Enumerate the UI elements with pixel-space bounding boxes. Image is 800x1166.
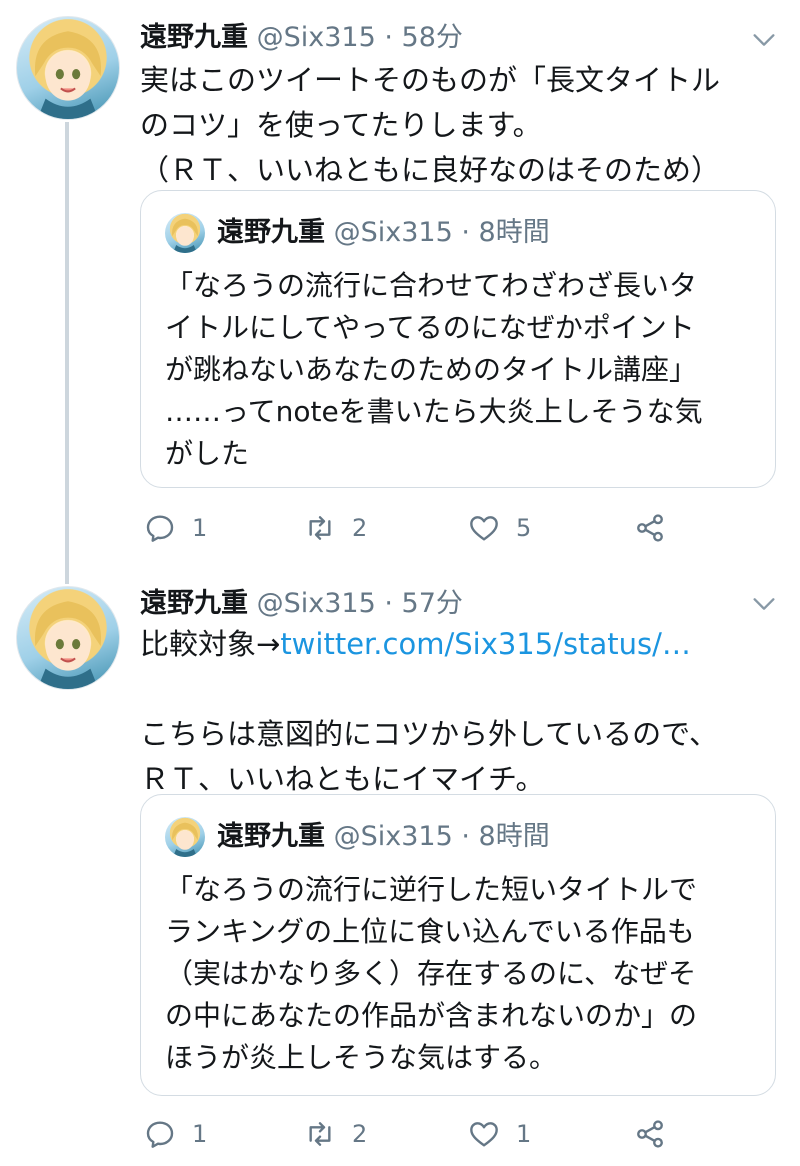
tweet-text: 実はこのツイートそのものが「長文タイトル のコツ」を使ってたりします。 （ＲＴ、… bbox=[140, 63, 721, 187]
quoted-author-name: 遠野九重 bbox=[217, 217, 325, 248]
author-name[interactable]: 遠野九重 bbox=[140, 22, 248, 53]
tweet-text-prefix: 比較対象→ bbox=[140, 627, 281, 661]
status-link[interactable]: twitter.com/Six315/status/… bbox=[280, 627, 691, 661]
quoted-header: 遠野九重 @Six315 · 8時間 bbox=[217, 213, 550, 253]
quoted-tweet[interactable]: 遠野九重 @Six315 · 8時間 「なろうの流行に逆行した短いタイトルで ラ… bbox=[140, 794, 776, 1096]
quoted-text: 「なろうの流行に合わせてわざわざ長いタ イトルにしてやってるのになぜかポイント … bbox=[165, 269, 703, 470]
quoted-tweet[interactable]: 遠野九重 @Six315 · 8時間 「なろうの流行に合わせてわざわざ長いタ イ… bbox=[140, 190, 776, 488]
retweet-button[interactable]: 2 bbox=[304, 1114, 367, 1154]
tweet-2[interactable]: 遠野九重 @Six315 · 57分 比較対象→twitter.com/Six3… bbox=[0, 586, 800, 1166]
share-button[interactable] bbox=[634, 508, 682, 548]
timestamp[interactable]: 58分 bbox=[402, 22, 463, 53]
like-icon bbox=[470, 1122, 498, 1147]
tweet-actions: 1 2 1 bbox=[140, 1114, 780, 1154]
tweet-header: 遠野九重 @Six315 · 58分 bbox=[140, 20, 463, 56]
author-handle[interactable]: @Six315 bbox=[257, 588, 376, 619]
quoted-timestamp: 8時間 bbox=[478, 217, 550, 248]
quoted-author-handle: @Six315 bbox=[333, 217, 453, 248]
timestamp[interactable]: 57分 bbox=[402, 588, 463, 619]
like-count: 1 bbox=[516, 1120, 532, 1148]
retweet-count: 2 bbox=[352, 514, 368, 542]
author-handle[interactable]: @Six315 bbox=[257, 22, 376, 53]
tweet-header: 遠野九重 @Six315 · 57分 bbox=[140, 586, 463, 622]
like-button[interactable]: 5 bbox=[468, 508, 531, 548]
share-button[interactable] bbox=[634, 1114, 682, 1154]
avatar bbox=[165, 213, 205, 253]
chevron-down-icon[interactable] bbox=[750, 590, 778, 618]
retweet-button[interactable]: 2 bbox=[304, 508, 367, 548]
tweet-actions: 1 2 5 bbox=[140, 508, 780, 548]
reply-icon bbox=[146, 1121, 174, 1148]
reply-icon bbox=[146, 515, 174, 542]
avatar bbox=[165, 817, 205, 857]
separator: · bbox=[384, 22, 393, 53]
share-icon bbox=[637, 514, 663, 542]
retweet-count: 2 bbox=[352, 1120, 368, 1148]
separator: · bbox=[461, 821, 470, 852]
quoted-timestamp: 8時間 bbox=[478, 821, 550, 852]
separator: · bbox=[461, 217, 470, 248]
author-name[interactable]: 遠野九重 bbox=[140, 588, 248, 619]
tweet-text-body: こちらは意図的にコツから外しているので、 ＲＴ、いいねともにイマイチ。 bbox=[140, 717, 718, 796]
reply-count: 1 bbox=[192, 1120, 208, 1148]
tweet-1[interactable]: 遠野九重 @Six315 · 58分 実はこのツイートそのものが「長文タイトル … bbox=[0, 0, 800, 584]
like-button[interactable]: 1 bbox=[468, 1114, 531, 1154]
quoted-header: 遠野九重 @Six315 · 8時間 bbox=[217, 817, 550, 857]
quoted-text: 「なろうの流行に逆行した短いタイトルで ランキングの上位に食い込んでいる作品も … bbox=[165, 873, 698, 1074]
like-icon bbox=[470, 516, 498, 541]
reply-count: 1 bbox=[192, 514, 208, 542]
separator: · bbox=[384, 588, 393, 619]
like-count: 5 bbox=[516, 514, 532, 542]
reply-button[interactable]: 1 bbox=[144, 1114, 207, 1154]
quoted-author-name: 遠野九重 bbox=[217, 821, 325, 852]
chevron-down-icon[interactable] bbox=[750, 26, 778, 54]
tweet-text: 比較対象→twitter.com/Six315/status/… こちらは意図的… bbox=[140, 622, 780, 802]
quoted-author-handle: @Six315 bbox=[333, 821, 453, 852]
avatar[interactable] bbox=[16, 16, 120, 120]
avatar[interactable] bbox=[16, 586, 120, 690]
reply-button[interactable]: 1 bbox=[144, 508, 207, 548]
share-icon bbox=[637, 1120, 663, 1148]
thread-line bbox=[65, 122, 69, 584]
retweet-icon bbox=[309, 516, 331, 540]
retweet-icon bbox=[309, 1122, 331, 1146]
